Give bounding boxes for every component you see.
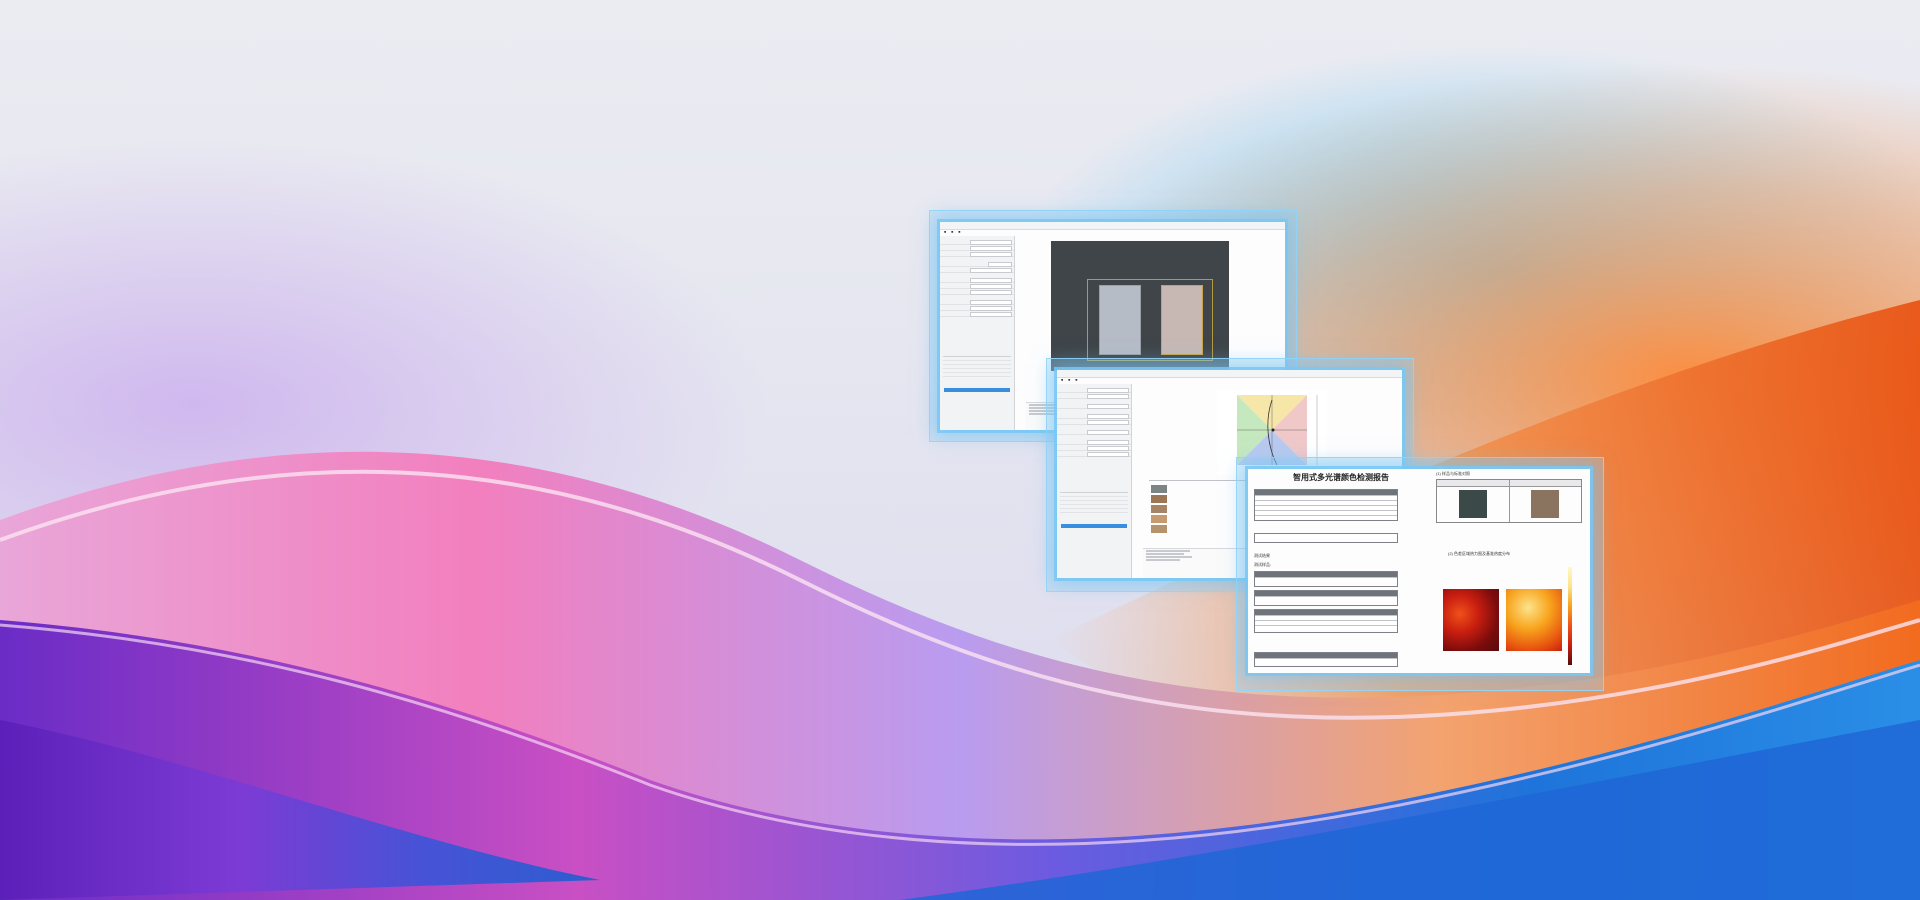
param-row[interactable] — [1057, 414, 1131, 419]
parameter-panel — [940, 236, 1015, 430]
param-row[interactable] — [1057, 452, 1131, 457]
swatch — [1151, 485, 1167, 493]
sample-right — [1161, 285, 1203, 355]
report-result-table — [1254, 590, 1398, 606]
menu-bar[interactable]: ■ ■ ■ — [1057, 378, 1402, 383]
param-row[interactable] — [940, 306, 1014, 311]
param-row[interactable] — [1057, 440, 1131, 445]
report-result-table — [1254, 571, 1398, 587]
swatch — [1151, 495, 1167, 503]
report-result-table — [1254, 609, 1398, 633]
heatmap-left — [1443, 589, 1499, 651]
result-mini-table — [943, 356, 1011, 377]
swatch — [1151, 525, 1167, 533]
param-row[interactable] — [1057, 394, 1131, 399]
parameter-panel — [1057, 384, 1132, 578]
param-row[interactable] — [1057, 430, 1131, 435]
sample-left — [1099, 285, 1141, 355]
param-row[interactable] — [940, 290, 1014, 295]
param-row[interactable] — [1057, 404, 1131, 409]
section-label: 测试样品: — [1254, 562, 1272, 567]
param-row[interactable] — [940, 300, 1014, 305]
analyze-button[interactable] — [1061, 524, 1127, 528]
param-row[interactable] — [940, 246, 1014, 251]
window-titlebar[interactable] — [940, 222, 1285, 230]
param-row[interactable] — [940, 278, 1014, 283]
param-row[interactable] — [940, 240, 1014, 245]
heatmap-right — [1506, 589, 1562, 651]
param-row[interactable] — [940, 284, 1014, 289]
param-row[interactable] — [1057, 420, 1131, 425]
param-row[interactable] — [940, 252, 1014, 257]
swatch — [1151, 505, 1167, 513]
report-info-row — [1254, 533, 1398, 543]
sample-image — [1531, 490, 1559, 518]
param-row[interactable] — [1057, 446, 1131, 451]
param-row[interactable] — [940, 268, 1014, 273]
sample-image — [1459, 490, 1487, 518]
param-row[interactable] — [1057, 388, 1131, 393]
report-result-table — [1254, 652, 1398, 667]
background-waves — [0, 0, 1920, 900]
result-mini-table — [1060, 492, 1128, 513]
swatch — [1151, 515, 1167, 523]
report-title: 智用式多光谱颜色检测报告 — [1293, 473, 1389, 482]
param-row[interactable] — [940, 262, 1014, 267]
report-summary-table — [1254, 489, 1398, 521]
start-button[interactable] — [944, 388, 1010, 392]
section-label: (1) 样品与标准对照 — [1436, 471, 1470, 476]
param-row[interactable] — [940, 312, 1014, 317]
menu-bar[interactable]: ■ ■ ■ — [940, 230, 1285, 235]
heatmap-colorbar — [1568, 567, 1572, 665]
section-label: 测试结果 — [1254, 553, 1270, 558]
report-window[interactable]: 智用式多光谱颜色检测报告 测试结果 测试样品: (1) 样品与标准对照 (2) … — [1248, 469, 1590, 673]
camera-preview — [1051, 241, 1229, 371]
section-label: (2) 色差区域热力图及基准热度分布 — [1448, 551, 1510, 556]
sample-compare-table — [1436, 479, 1582, 523]
window-titlebar[interactable] — [1057, 370, 1402, 378]
